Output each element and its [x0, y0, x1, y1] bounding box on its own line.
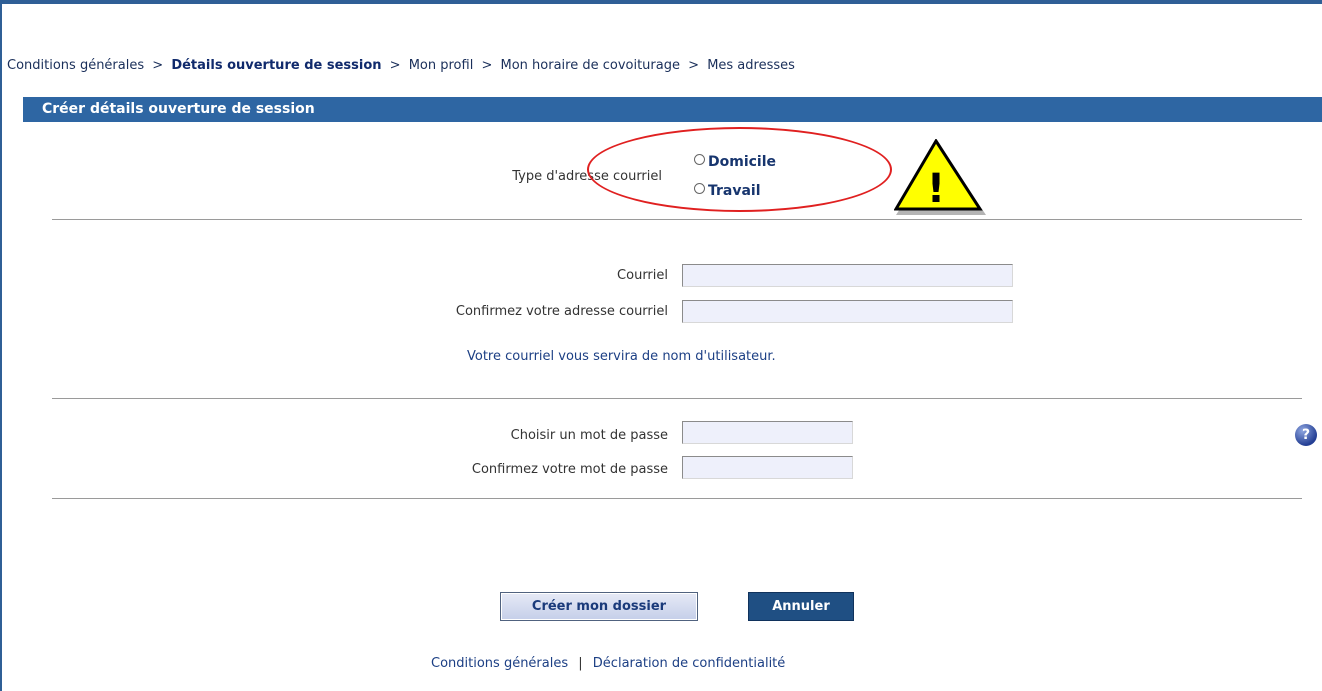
- breadcrumb-my-addresses[interactable]: Mes adresses: [707, 58, 795, 73]
- cancel-button[interactable]: Annuler: [748, 592, 854, 621]
- email-confirm-field[interactable]: [682, 300, 1013, 323]
- breadcrumb-separator: >: [481, 58, 493, 73]
- help-icon[interactable]: ?: [1295, 424, 1317, 446]
- section-header: Créer détails ouverture de session: [23, 97, 1322, 122]
- create-account-button[interactable]: Créer mon dossier: [500, 592, 698, 621]
- warning-glyph: !: [927, 166, 945, 212]
- breadcrumb-my-profile[interactable]: Mon profil: [409, 58, 474, 73]
- breadcrumb: Conditions générales > Détails ouverture…: [7, 58, 795, 73]
- divider-password: [52, 498, 1302, 499]
- breadcrumb-carpool-schedule[interactable]: Mon horaire de covoiturage: [501, 58, 681, 73]
- footer-separator: |: [578, 656, 583, 671]
- email-username-info: Votre courriel vous servira de nom d'uti…: [467, 349, 776, 364]
- password-label: Choisir un mot de passe: [510, 428, 668, 443]
- email-field[interactable]: [682, 264, 1013, 287]
- email-confirm-label: Confirmez votre adresse courriel: [455, 304, 668, 319]
- password-confirm-field[interactable]: [682, 456, 853, 479]
- email-label: Courriel: [617, 268, 668, 283]
- divider-email: [52, 398, 1302, 399]
- footer: Conditions générales | Déclaration de co…: [431, 656, 785, 671]
- password-field[interactable]: [682, 421, 853, 444]
- breadcrumb-login-details[interactable]: Détails ouverture de session: [171, 58, 381, 73]
- window-top-border: [0, 0, 1322, 4]
- footer-link-privacy[interactable]: Déclaration de confidentialité: [593, 656, 785, 671]
- password-confirm-label: Confirmez votre mot de passe: [471, 462, 668, 477]
- breadcrumb-separator: >: [152, 58, 164, 73]
- breadcrumb-separator: >: [688, 58, 700, 73]
- window-left-border: [0, 0, 2, 691]
- warning-triangle-icon: !: [894, 139, 986, 215]
- footer-link-conditions[interactable]: Conditions générales: [431, 656, 568, 671]
- breadcrumb-conditions[interactable]: Conditions générales: [7, 58, 144, 73]
- highlight-ellipse: [587, 127, 892, 212]
- divider-email-type: [52, 219, 1302, 220]
- breadcrumb-separator: >: [389, 58, 401, 73]
